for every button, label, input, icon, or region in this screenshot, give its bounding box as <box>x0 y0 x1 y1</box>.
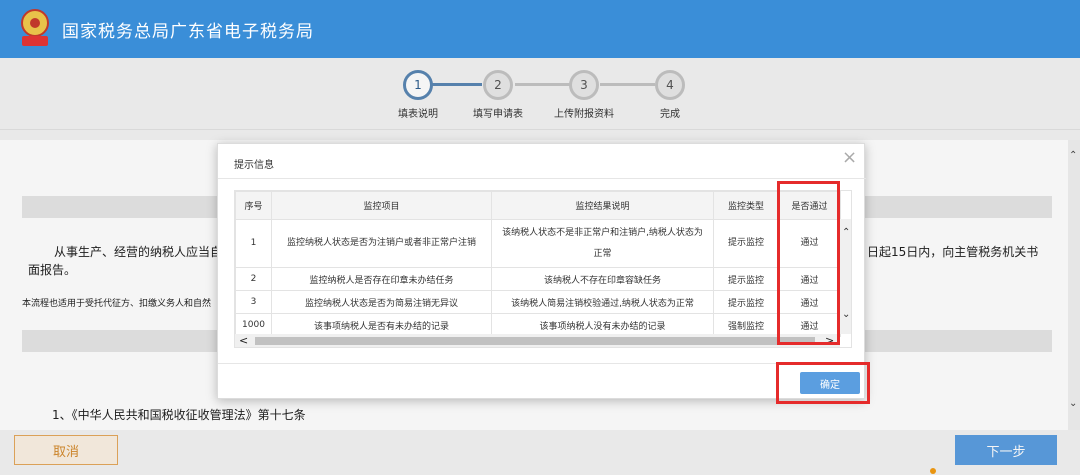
table-scroll-left-icon[interactable]: < <box>239 334 248 347</box>
table-row: 2 监控纳税人是否存在印章未办结任务 该纳税人不存在印章容缺任务 提示监控 通过 <box>235 267 841 291</box>
column-header-item: 监控项目 <box>271 191 492 220</box>
tax-emblem-icon <box>18 9 52 49</box>
cell-no: 3 <box>235 290 272 314</box>
cell-type: 提示监控 <box>713 267 779 291</box>
cell-type: 提示监控 <box>713 219 779 268</box>
cell-item: 监控纳税人状态是否为注销户或者非正常户注销 <box>271 219 492 268</box>
prompt-dialog: 提示信息 × 序号 监控项目 监控结果说明 监控类型 是否通过 1 监控纳税人状… <box>217 143 866 399</box>
highlight-passed-column <box>777 181 840 345</box>
cell-result: 该纳税人状态不是非正常户和注销户,纳税人状态为 正常 <box>491 219 714 268</box>
table-scroll-down-icon[interactable]: ⌄ <box>842 309 850 320</box>
cell-item: 监控纳税人状态是否为简易注销无异议 <box>271 290 492 314</box>
cell-no: 2 <box>235 267 272 291</box>
table-header-row: 序号 监控项目 监控结果说明 监控类型 是否通过 <box>235 191 841 220</box>
table-vertical-scrollbar[interactable]: ⌃ ⌄ <box>840 219 851 334</box>
cell-no: 1 <box>235 219 272 268</box>
monitor-table: 序号 监控项目 监控结果说明 监控类型 是否通过 1 监控纳税人状态是否为注销户… <box>234 190 852 348</box>
cell-result: 该纳税人简易注销校验通过,纳税人状态为正常 <box>491 290 714 314</box>
app-header: 国家税务总局广东省电子税务局 <box>0 0 1080 58</box>
column-header-no: 序号 <box>235 191 272 220</box>
cell-result-line1: 该纳税人状态不是非正常户和注销户,纳税人状态为 <box>502 227 703 238</box>
close-icon[interactable]: × <box>842 149 857 167</box>
app-title: 国家税务总局广东省电子税务局 <box>62 21 314 42</box>
cell-result-line2: 正常 <box>593 248 612 259</box>
dialog-top-divider <box>218 178 866 179</box>
table-horizontal-scrollbar[interactable]: < > <box>235 334 840 347</box>
table-scroll-thumb[interactable] <box>255 337 815 345</box>
table-row: 3 监控纳税人状态是否为简易注销无异议 该纳税人简易注销校验通过,纳税人状态为正… <box>235 290 841 314</box>
column-header-type: 监控类型 <box>713 191 779 220</box>
cell-result: 该纳税人不存在印章容缺任务 <box>491 267 714 291</box>
cell-type: 提示监控 <box>713 290 779 314</box>
table-scroll-up-icon[interactable]: ⌃ <box>842 227 850 238</box>
dialog-title: 提示信息 <box>234 160 274 171</box>
table-row: 1 监控纳税人状态是否为注销户或者非正常户注销 该纳税人状态不是非正常户和注销户… <box>235 219 841 268</box>
cell-item: 监控纳税人是否存在印章未办结任务 <box>271 267 492 291</box>
highlight-confirm-button <box>776 362 870 404</box>
column-header-result: 监控结果说明 <box>491 191 714 220</box>
dialog-bottom-divider <box>218 363 866 364</box>
